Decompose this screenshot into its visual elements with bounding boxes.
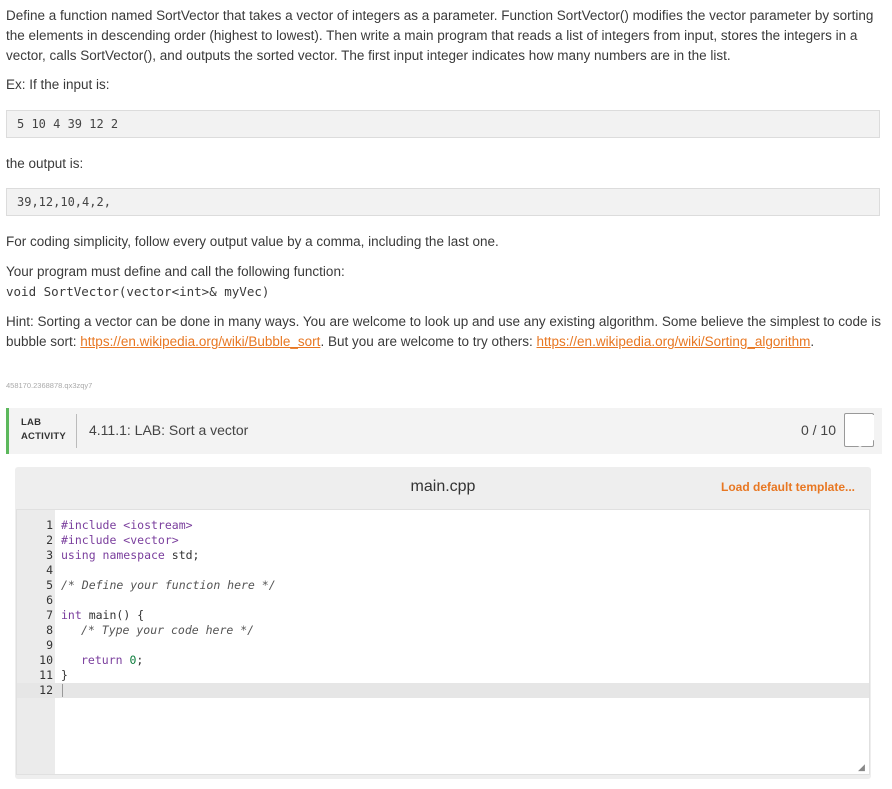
line-number: 10	[39, 653, 53, 667]
text-cursor	[62, 684, 63, 697]
example-output-text: 39,12,10,4,2,	[17, 195, 111, 209]
line-number: 2	[46, 533, 53, 547]
code-text: return 0;	[81, 653, 143, 668]
line-number: 6	[46, 593, 53, 607]
line-number: 12	[39, 683, 53, 697]
code-line-3[interactable]: 3 using namespace std;	[17, 548, 869, 563]
code-rest: main() {	[81, 608, 145, 622]
line-number: 3	[46, 548, 53, 562]
code-lines: 1 #include <iostream> 2 #include <vector> …	[17, 518, 869, 698]
lab-tag-line2: ACTIVITY	[21, 431, 66, 442]
keyword: int	[61, 608, 82, 622]
code-line-9[interactable]: 9	[17, 638, 869, 653]
code-text: #include <iostream>	[61, 518, 193, 532]
code-text: #include <vector>	[61, 533, 179, 547]
line-number: 1	[46, 518, 53, 532]
hint-text-2: . But you are welcome to try others:	[320, 334, 537, 349]
hint-text-end: .	[810, 334, 815, 349]
code-line-7[interactable]: 7 int main() {	[17, 608, 869, 623]
badge-shape-icon	[846, 415, 874, 447]
header-divider	[76, 414, 77, 448]
code-rest: std;	[164, 548, 200, 562]
code-text	[61, 683, 63, 698]
simplicity-note: For coding simplicity, follow every outp…	[6, 234, 499, 249]
load-default-template-button[interactable]: Load default template...	[721, 480, 855, 494]
code-line-1[interactable]: 1 #include <iostream>	[17, 518, 869, 533]
code-line-11[interactable]: 11}	[17, 668, 869, 683]
code-text: }	[61, 668, 68, 682]
function-signature: void SortVector(vector<int>& myVec)	[6, 284, 270, 299]
code-line-12[interactable]: 12	[17, 683, 869, 698]
problem-description: Define a function named SortVector that …	[6, 8, 874, 63]
keyword: return	[81, 653, 123, 667]
code-line-4[interactable]: 4	[17, 563, 869, 578]
code-editor-panel: main.cpp Load default template... 1 #incl…	[15, 467, 871, 779]
completion-badge-icon	[844, 413, 874, 447]
code-line-6[interactable]: 6	[17, 593, 869, 608]
code-comment: /* Type your code here */	[81, 623, 255, 637]
line-number: 7	[46, 608, 53, 622]
code-rest: ;	[136, 653, 144, 667]
example-input-label: Ex: If the input is:	[6, 77, 110, 92]
must-define-text: Your program must define and call the fo…	[6, 264, 345, 279]
line-number: 4	[46, 563, 53, 577]
example-output-box: 39,12,10,4,2,	[6, 188, 880, 216]
activity-id: 458170.2368878.qx3zqy7	[6, 381, 93, 390]
lab-activity-tag: LAB ACTIVITY	[21, 416, 66, 444]
lab-title: 4.11.1: LAB: Sort a vector	[89, 422, 249, 438]
code-comment: /* Define your function here */	[61, 578, 276, 592]
resize-handle-icon[interactable]: ◢	[858, 763, 866, 772]
code-line-10[interactable]: 10 return 0;	[17, 653, 869, 668]
example-output-label: the output is:	[6, 156, 84, 171]
code-line-2[interactable]: 2 #include <vector>	[17, 533, 869, 548]
line-number: 9	[46, 638, 53, 652]
code-editor[interactable]: 1 #include <iostream> 2 #include <vector> …	[16, 509, 870, 775]
code-line-5[interactable]: 5 /* Define your function here */	[17, 578, 869, 593]
code-line-8[interactable]: 8 /* Type your code here */	[17, 623, 869, 638]
lab-activity-header: LAB ACTIVITY 4.11.1: LAB: Sort a vector …	[6, 408, 882, 454]
line-number: 8	[46, 623, 53, 637]
hint-paragraph: Hint: Sorting a vector can be done in ma…	[6, 312, 882, 352]
code-text: using namespace std;	[61, 548, 199, 563]
example-input-text: 5 10 4 39 12 2	[17, 117, 119, 131]
bubble-sort-link[interactable]: https://en.wikipedia.org/wiki/Bubble_sor…	[80, 334, 320, 349]
lab-tag-line1: LAB	[21, 417, 42, 428]
example-input-box: 5 10 4 39 12 2	[6, 110, 880, 138]
code-text: int main() {	[61, 608, 144, 623]
lab-score: 0 / 10	[800, 422, 836, 438]
keyword: using namespace	[61, 548, 165, 562]
line-number: 11	[39, 668, 53, 682]
line-number: 5	[46, 578, 53, 592]
sorting-algorithm-link[interactable]: https://en.wikipedia.org/wiki/Sorting_al…	[537, 334, 811, 349]
